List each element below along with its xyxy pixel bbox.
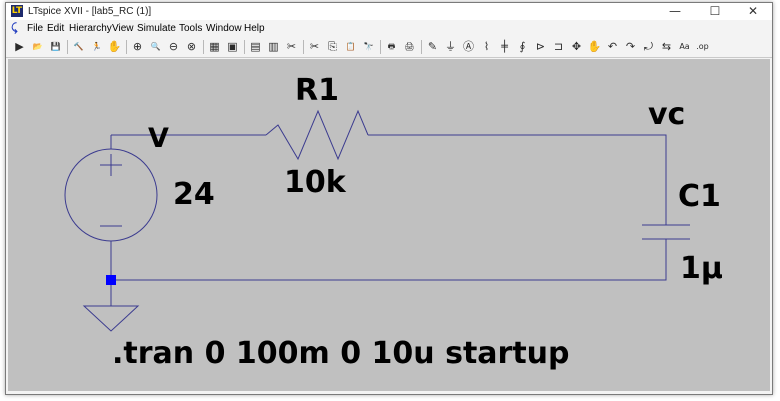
move-icon[interactable]: ✥ xyxy=(569,39,584,54)
cut-icon[interactable]: ✂ xyxy=(307,39,322,54)
toolbar-separator xyxy=(203,40,204,54)
resistor-value-label[interactable]: 10k xyxy=(284,165,346,200)
menu-tools[interactable]: Tools xyxy=(179,22,202,35)
run-icon[interactable]: ▶ xyxy=(12,39,27,54)
menu-bar: ⤹ File Edit Hierarchy View Simulate Tool… xyxy=(6,20,772,37)
menu-help[interactable]: Help xyxy=(244,22,265,35)
menu-simulate[interactable]: Simulate xyxy=(137,22,176,35)
print-setup-icon[interactable]: 🖨 xyxy=(402,39,417,54)
print-icon[interactable]: 🖶 xyxy=(384,39,399,54)
window-title: LTspice XVII - [lab5_RC (1)] xyxy=(28,6,152,17)
ltspice-window: LT LTspice XVII - [lab5_RC (1)] — ☐ ✕ ⤹ … xyxy=(5,2,773,395)
wire-resistor-to-cap[interactable] xyxy=(368,134,667,225)
zoom-fit-icon[interactable]: ⊗ xyxy=(184,39,199,54)
open-icon[interactable]: 📂 xyxy=(30,39,45,54)
find-icon[interactable]: 🔭 xyxy=(361,39,376,54)
ground-icon[interactable]: ⏚ xyxy=(443,39,458,54)
title-bar: LT LTspice XVII - [lab5_RC (1)] — ☐ ✕ xyxy=(6,3,772,20)
copy-icon[interactable]: ⎘ xyxy=(325,39,340,54)
tile-horizontal-icon[interactable]: ▤ xyxy=(248,39,263,54)
capacitor-icon[interactable]: ╪ xyxy=(497,39,512,54)
menu-hierarchy[interactable]: Hierarchy xyxy=(69,22,112,35)
schematic-view-icon[interactable]: ▣ xyxy=(225,39,240,54)
toolbar-separator xyxy=(421,40,422,54)
mirror-icon[interactable]: ⇆ xyxy=(659,39,674,54)
control-panel-icon[interactable]: 🔨 xyxy=(71,39,86,54)
resistor-name-label[interactable]: R1 xyxy=(295,73,339,108)
minimize-button[interactable]: — xyxy=(656,3,694,20)
diode-icon[interactable]: ⊳ xyxy=(533,39,548,54)
component-icon[interactable]: ⊐ xyxy=(551,39,566,54)
spice-directive-text[interactable]: .tran 0 100m 0 10u startup xyxy=(112,336,570,371)
capacitor-name-label[interactable]: C1 xyxy=(678,179,721,214)
menu-window[interactable]: Window xyxy=(206,22,242,35)
ground-symbol[interactable] xyxy=(82,305,140,332)
toolbar-separator xyxy=(380,40,381,54)
toolbar-separator xyxy=(126,40,127,54)
pan-icon[interactable]: 🔍 xyxy=(148,39,163,54)
paste-icon[interactable]: 📋 xyxy=(343,39,358,54)
drag-icon[interactable]: ✋ xyxy=(587,39,602,54)
text-icon[interactable]: Aa xyxy=(677,39,692,54)
spice-directive-icon[interactable]: .op xyxy=(695,39,710,54)
source-value-label[interactable]: 24 xyxy=(173,177,215,212)
capacitor-value-label[interactable]: 1µ xyxy=(680,251,723,286)
source-name-label[interactable]: V xyxy=(148,123,169,154)
run-man-icon[interactable]: 🏃 xyxy=(89,39,104,54)
menu-view[interactable]: View xyxy=(112,22,134,35)
wire-cap-to-ground[interactable] xyxy=(111,239,667,281)
ltspice-arrow-icon[interactable]: ⤹ xyxy=(11,22,23,34)
resistor-symbol[interactable] xyxy=(265,109,369,161)
rotate-icon[interactable]: ⤾ xyxy=(641,39,656,54)
inductor-icon[interactable]: ∮ xyxy=(515,39,530,54)
undo-icon[interactable]: ↶ xyxy=(605,39,620,54)
cascade-icon[interactable]: ▥ xyxy=(266,39,281,54)
autorange-icon[interactable]: ▦ xyxy=(207,39,222,54)
ltspice-app-icon: LT xyxy=(11,5,23,17)
net-label-vc[interactable]: vc xyxy=(648,97,685,132)
menu-file[interactable]: File xyxy=(27,22,43,35)
label-net-icon[interactable]: Ⓐ xyxy=(461,39,476,54)
redo-icon[interactable]: ↷ xyxy=(623,39,638,54)
zoom-out-icon[interactable]: ⊖ xyxy=(166,39,181,54)
halt-icon[interactable]: ✋ xyxy=(107,39,122,54)
save-icon[interactable]: 💾 xyxy=(48,39,63,54)
toolbar-separator xyxy=(244,40,245,54)
menu-edit[interactable]: Edit xyxy=(47,22,64,35)
maximize-button[interactable]: ☐ xyxy=(696,3,734,20)
toolbar-separator xyxy=(303,40,304,54)
close-all-icon[interactable]: ✂ xyxy=(284,39,299,54)
resistor-icon[interactable]: ⌇ xyxy=(479,39,494,54)
toolbar: ▶ 📂 💾 🔨 🏃 ✋ ⊕ 🔍 ⊖ ⊗ ▦ ▣ ▤ ▥ ✂ ✂ ⎘ 📋 🔭 🖶 🖨 ✎ ⏚ Ⓐ ⌇ ╪ ∮ ⊳ ⊐ ✥ ✋ ↶ ↷ ⤾ ⇆ Aa .op xyxy=(6,37,772,58)
close-button[interactable]: ✕ xyxy=(734,3,772,20)
zoom-in-icon[interactable]: ⊕ xyxy=(130,39,145,54)
junction-node[interactable] xyxy=(106,275,116,285)
schematic-canvas[interactable]: V 24 R1 10k vc C1 1µ .tran 0 100m 0 10u … xyxy=(8,59,770,391)
draw-wire-icon[interactable]: ✎ xyxy=(425,39,440,54)
toolbar-separator xyxy=(67,40,68,54)
